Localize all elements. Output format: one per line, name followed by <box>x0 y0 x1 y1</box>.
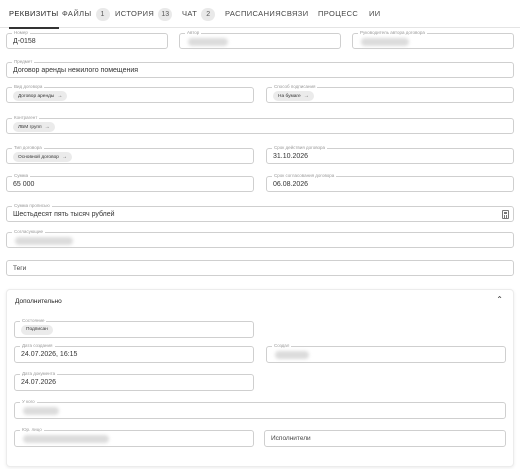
term-field[interactable]: Срок действия договора 31.10.2026 <box>266 145 514 164</box>
tags-placeholder: Теги <box>13 265 27 272</box>
state-label: Состояние <box>20 318 47 324</box>
arrow-right-icon: → <box>61 154 67 160</box>
contract-kind-chip[interactable]: Договор аренды → <box>13 91 68 101</box>
chip-label: На бумаге <box>278 94 301 99</box>
approvers-field[interactable]: Согласующие <box>6 229 514 248</box>
holder-label: У кого <box>20 399 37 405</box>
tab-label: СВЯЗИ <box>281 9 309 18</box>
legal-entity-field[interactable]: Юр. лицо <box>14 427 254 447</box>
arrow-right-icon: → <box>44 124 50 130</box>
signing-date-value: 06.08.2026 <box>273 181 309 188</box>
created-label: Дата создания <box>20 343 55 349</box>
tab-requisites[interactable]: РЕКВИЗИТЫ <box>9 0 59 29</box>
subject-label: Предмет <box>12 59 35 65</box>
tab-label: ИСТОРИЯ <box>115 9 155 18</box>
creator-label: Создал <box>272 343 292 349</box>
amount-words-field[interactable]: Сумма прописью Шестьдесят пять тысяч руб… <box>6 203 514 222</box>
arrow-right-icon: → <box>57 93 63 99</box>
doc-date-label: Дата документа <box>20 371 58 377</box>
chip-label: Основной договор <box>18 155 59 160</box>
signing-date-label: Срок согласования договора <box>272 173 337 179</box>
author-manager-label: Руководитель автора договора <box>358 30 427 36</box>
tab-label: ПРОЦЕСС <box>318 9 359 18</box>
tab-label: ИИ <box>369 9 381 18</box>
creator-value-blurred <box>275 351 309 359</box>
section-title: Дополнительно <box>15 298 62 305</box>
legal-entity-label: Юр. лицо <box>20 427 44 433</box>
executors-placeholder: Исполнители <box>271 435 311 442</box>
number-label: Номер <box>12 30 30 36</box>
legal-entity-value-blurred <box>23 435 109 443</box>
contract-type-field[interactable]: Тип договора Основной договор → <box>6 145 254 164</box>
contract-kind-label: Вид договора <box>12 84 45 90</box>
contract-type-chip[interactable]: Основной договор → <box>13 152 72 162</box>
approvers-label: Согласующие <box>12 229 46 235</box>
chevron-up-icon[interactable]: ⌃ <box>496 295 503 304</box>
amount-label: Сумма <box>12 173 31 179</box>
executors-input[interactable]: Исполнители <box>264 430 506 447</box>
tab-files[interactable]: ФАЙЛЫ 1 <box>62 0 110 28</box>
holder-value-blurred <box>23 407 59 415</box>
amount-words-label: Сумма прописью <box>12 203 52 209</box>
tab-chat[interactable]: ЧАТ 2 <box>182 0 216 28</box>
tab-ai[interactable]: ИИ <box>369 0 381 28</box>
author-manager-value-blurred <box>361 38 409 46</box>
author-manager-field[interactable]: Руководитель автора договора <box>352 30 514 49</box>
author-field[interactable]: Автор <box>179 30 341 49</box>
counterparty-chip[interactable]: ЛБМ групп → <box>13 122 55 132</box>
tab-schedules[interactable]: РАСПИСАНИЯ <box>225 0 281 28</box>
signing-method-field[interactable]: Способ подписания На бумаге → <box>266 84 514 103</box>
amount-field[interactable]: Сумма 65 000 <box>6 173 254 192</box>
counterparty-label: Контрагент <box>12 115 40 121</box>
number-value: Д-0158 <box>13 38 36 45</box>
created-field[interactable]: Дата создания 24.07.2026, 16:15 <box>14 343 254 363</box>
calculator-icon[interactable] <box>502 210 509 219</box>
tab-links[interactable]: СВЯЗИ <box>281 0 309 28</box>
tags-input[interactable]: Теги <box>6 260 514 276</box>
doc-date-value: 24.07.2026 <box>21 379 57 386</box>
contract-type-label: Тип договора <box>12 145 44 151</box>
subject-field[interactable]: Предмет Договор аренды нежилого помещени… <box>6 59 514 78</box>
tab-label: ФАЙЛЫ <box>62 9 92 18</box>
created-value: 24.07.2026, 16:15 <box>21 351 78 358</box>
state-field[interactable]: Состояние Подписан <box>14 318 254 338</box>
tab-badge: 13 <box>158 8 173 21</box>
holder-field[interactable]: У кого <box>14 399 506 419</box>
number-field[interactable]: Номер Д-0158 <box>6 30 168 49</box>
contract-kind-field[interactable]: Вид договора Договор аренды → <box>6 84 254 103</box>
doc-date-field[interactable]: Дата документа 24.07.2026 <box>14 371 254 391</box>
approvers-value-blurred <box>15 237 73 245</box>
author-label: Автор <box>185 30 202 36</box>
tab-bar: РЕКВИЗИТЫ ФАЙЛЫ 1 ИСТОРИЯ 13 ЧАТ 2 РАСПИСАН… <box>0 0 520 29</box>
tab-label: РАСПИСАНИЯ <box>225 9 282 18</box>
term-label: Срок действия договора <box>272 145 328 151</box>
subject-value: Договор аренды нежилого помещения <box>13 67 139 74</box>
amount-words-value: Шестьдесят пять тысяч рублей <box>13 211 115 218</box>
signing-method-label: Способ подписания <box>272 84 318 90</box>
signing-method-chip[interactable]: На бумаге → <box>273 91 314 101</box>
author-value-blurred <box>188 38 228 46</box>
tab-badge: 2 <box>201 8 216 21</box>
counterparty-field[interactable]: Контрагент ЛБМ групп → <box>6 115 514 134</box>
tab-label: ЧАТ <box>182 9 198 18</box>
state-chip: Подписан <box>21 325 53 335</box>
term-value: 31.10.2026 <box>273 153 309 160</box>
tab-label: РЕКВИЗИТЫ <box>9 9 59 18</box>
tab-process[interactable]: ПРОЦЕСС <box>318 0 358 28</box>
amount-value: 65 000 <box>13 181 35 188</box>
creator-field[interactable]: Создал <box>266 343 506 363</box>
tab-history[interactable]: ИСТОРИЯ 13 <box>115 0 173 28</box>
chip-label: ЛБМ групп <box>18 125 42 130</box>
signing-date-field[interactable]: Срок согласования договора 06.08.2026 <box>266 173 514 192</box>
tab-badge: 1 <box>95 8 110 21</box>
arrow-right-icon: → <box>303 93 309 99</box>
chip-label: Договор аренды <box>18 94 55 99</box>
